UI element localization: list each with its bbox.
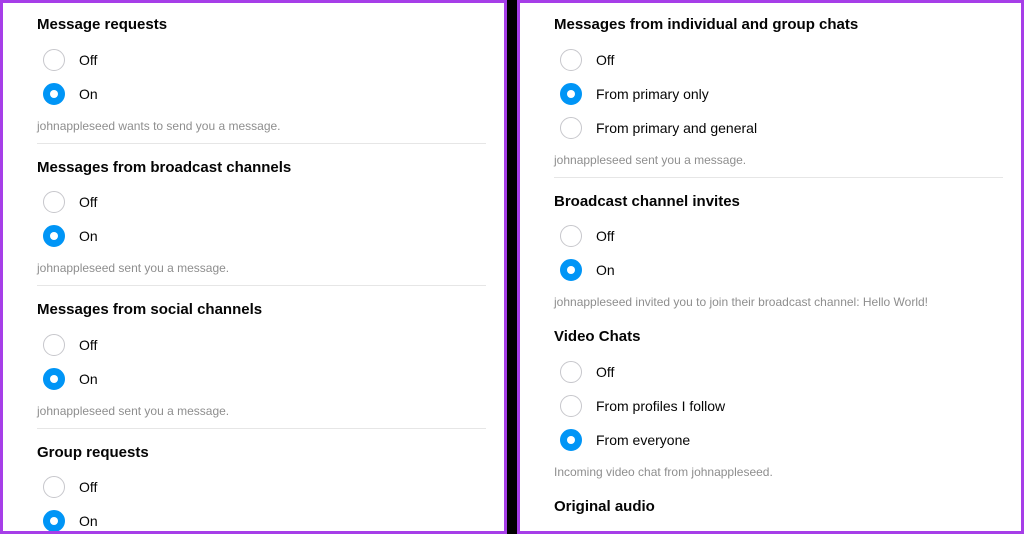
section-hint: johnappleseed wants to send you a messag… [37, 113, 486, 144]
radio-group: Off On [37, 43, 486, 111]
radio-icon [43, 476, 65, 498]
section-social-channels: Messages from social channels Off On joh… [37, 300, 486, 429]
section-title: Group requests [37, 443, 486, 463]
radio-option-on[interactable]: On [37, 362, 486, 396]
section-title: Message requests [37, 15, 486, 35]
radio-option-off[interactable]: Off [37, 43, 486, 77]
section-title: Video Chats [554, 327, 1003, 347]
radio-label: From primary only [596, 86, 709, 102]
radio-option-off[interactable]: Off [37, 328, 486, 362]
radio-option-off[interactable]: Off [554, 43, 1003, 77]
screenshot-wrap: Message requests Off On johnappleseed wa… [0, 0, 1024, 534]
radio-icon [560, 225, 582, 247]
radio-option-on[interactable]: On [37, 219, 486, 253]
radio-label: Off [79, 194, 97, 210]
radio-icon [43, 83, 65, 105]
radio-label: From profiles I follow [596, 398, 725, 414]
radio-icon [43, 334, 65, 356]
right-panel: Messages from individual and group chats… [517, 0, 1024, 534]
radio-group: Off From primary only From primary and g… [554, 43, 1003, 145]
radio-icon [560, 117, 582, 139]
left-panel: Message requests Off On johnappleseed wa… [0, 0, 507, 534]
radio-option-off[interactable]: Off [554, 355, 1003, 389]
section-title: Messages from individual and group chats [554, 15, 1003, 35]
section-hint: Incoming video chat from johnappleseed. [554, 459, 1003, 489]
radio-label: From primary and general [596, 120, 757, 136]
radio-label: Off [79, 479, 97, 495]
section-title: Messages from social channels [37, 300, 486, 320]
radio-label: Off [79, 337, 97, 353]
radio-icon [560, 83, 582, 105]
radio-group: Off On [37, 185, 486, 253]
radio-icon [43, 368, 65, 390]
section-hint: johnappleseed sent you a message. [37, 255, 486, 286]
radio-label: Off [596, 52, 614, 68]
section-original-audio: Original audio [554, 497, 1003, 517]
radio-label: Off [596, 228, 614, 244]
section-title: Original audio [554, 497, 1003, 517]
radio-label: On [79, 86, 98, 102]
radio-option-profiles-i-follow[interactable]: From profiles I follow [554, 389, 1003, 423]
radio-icon [560, 361, 582, 383]
section-group-requests: Group requests Off On [37, 443, 486, 534]
radio-label: Off [79, 52, 97, 68]
section-message-requests: Message requests Off On johnappleseed wa… [37, 15, 486, 144]
radio-icon [560, 259, 582, 281]
radio-icon [560, 429, 582, 451]
section-title: Messages from broadcast channels [37, 158, 486, 178]
radio-icon [560, 49, 582, 71]
section-broadcast-invites: Broadcast channel invites Off On johnapp… [554, 192, 1003, 320]
radio-option-off[interactable]: Off [37, 470, 486, 504]
section-broadcast-channels: Messages from broadcast channels Off On … [37, 158, 486, 287]
radio-option-on[interactable]: On [37, 504, 486, 534]
radio-label: On [79, 371, 98, 387]
radio-option-primary-general[interactable]: From primary and general [554, 111, 1003, 145]
radio-label: Off [596, 364, 614, 380]
radio-icon [43, 191, 65, 213]
radio-group: Off On [554, 219, 1003, 287]
radio-option-off[interactable]: Off [37, 185, 486, 219]
panel-divider [507, 0, 517, 534]
radio-group: Off On [37, 328, 486, 396]
radio-label: On [79, 228, 98, 244]
section-hint: johnappleseed sent you a message. [37, 398, 486, 429]
radio-icon [43, 225, 65, 247]
radio-icon [43, 49, 65, 71]
section-title: Broadcast channel invites [554, 192, 1003, 212]
section-video-chats: Video Chats Off From profiles I follow F… [554, 327, 1003, 489]
section-hint: johnappleseed invited you to join their … [554, 289, 1003, 319]
radio-group: Off On [37, 470, 486, 534]
radio-option-off[interactable]: Off [554, 219, 1003, 253]
radio-label: On [79, 513, 98, 529]
radio-group: Off From profiles I follow From everyone [554, 355, 1003, 457]
radio-option-from-everyone[interactable]: From everyone [554, 423, 1003, 457]
radio-label: From everyone [596, 432, 690, 448]
radio-option-on[interactable]: On [37, 77, 486, 111]
radio-label: On [596, 262, 615, 278]
radio-option-on[interactable]: On [554, 253, 1003, 287]
radio-icon [43, 510, 65, 532]
section-hint: johnappleseed sent you a message. [554, 147, 1003, 178]
section-individual-group-chats: Messages from individual and group chats… [554, 15, 1003, 178]
radio-option-primary-only[interactable]: From primary only [554, 77, 1003, 111]
radio-icon [560, 395, 582, 417]
